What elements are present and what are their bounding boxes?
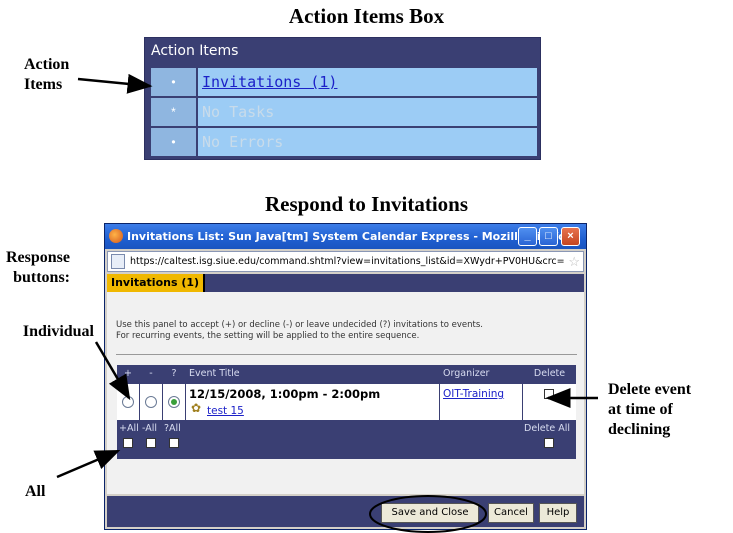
arrow-all <box>56 449 121 479</box>
arrow-individual <box>94 341 131 401</box>
arrow-action-items <box>77 73 153 94</box>
highlight-ellipse <box>369 495 487 533</box>
annotation-overlay <box>56 73 598 533</box>
